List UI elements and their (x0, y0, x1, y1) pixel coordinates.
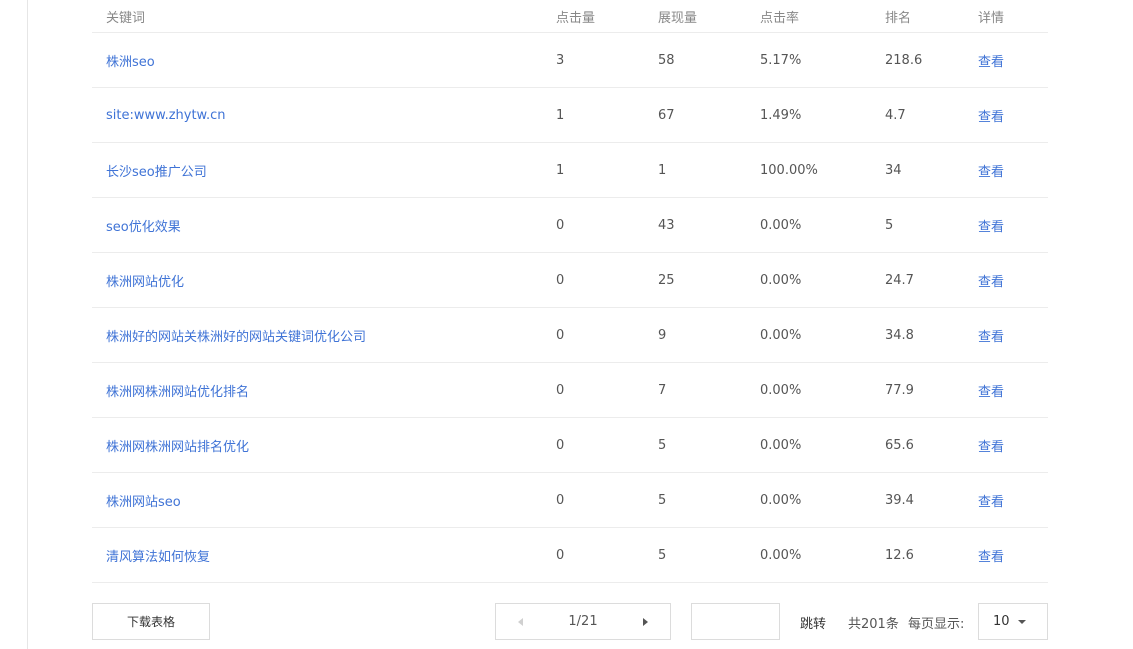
keyword-link[interactable]: 株洲网株洲网站优化排名 (92, 362, 542, 418)
impressions-cell: 58 (644, 32, 746, 88)
pagination: 1/21 (495, 603, 671, 640)
keyword-table: 关键词 点击量 展现量 点击率 排名 详情 株洲seo 3 58 5.17% 2… (92, 0, 1048, 583)
header-rank: 排名 (871, 0, 964, 33)
caret-down-icon (1018, 620, 1026, 624)
clicks-cell: 0 (542, 362, 644, 418)
rank-cell: 65.6 (871, 417, 964, 473)
rank-cell: 5 (871, 197, 964, 253)
ctr-cell: 0.00% (746, 307, 871, 363)
view-detail-link[interactable]: 查看 (964, 417, 1048, 473)
header-detail: 详情 (964, 0, 1048, 33)
header-keyword: 关键词 (92, 0, 542, 33)
rank-cell: 12.6 (871, 527, 964, 583)
keyword-link[interactable]: 株洲seo (92, 32, 542, 88)
view-detail-link[interactable]: 查看 (964, 197, 1048, 253)
impressions-cell: 1 (644, 142, 746, 198)
keyword-report-page: 关键词 点击量 展现量 点击率 排名 详情 株洲seo 3 58 5.17% 2… (0, 0, 1133, 649)
view-detail-link[interactable]: 查看 (964, 87, 1048, 143)
keyword-link[interactable]: 株洲网站seo (92, 472, 542, 528)
impressions-cell: 25 (644, 252, 746, 308)
total-count: 共201条 (848, 617, 899, 632)
jump-page-input[interactable] (691, 603, 780, 640)
view-detail-link[interactable]: 查看 (964, 527, 1048, 583)
header-ctr: 点击率 (746, 0, 871, 33)
rank-cell: 34.8 (871, 307, 964, 363)
impressions-cell: 9 (644, 307, 746, 363)
table-row: 清风算法如何恢复 0 5 0.00% 12.6 查看 (92, 527, 1048, 583)
table-row: 株洲网站优化 0 25 0.00% 24.7 查看 (92, 252, 1048, 308)
clicks-cell: 1 (542, 87, 644, 143)
table-row: site:www.zhytw.cn 1 67 1.49% 4.7 查看 (92, 87, 1048, 143)
per-page-select[interactable]: 10 (978, 603, 1048, 640)
table-footer: 下载表格 1/21 跳转 共201条 每页显示: 10 (0, 603, 1133, 640)
clicks-cell: 1 (542, 142, 644, 198)
per-page-label: 每页显示: (908, 617, 965, 632)
keyword-link[interactable]: 株洲网站优化 (92, 252, 542, 308)
rank-cell: 34 (871, 142, 964, 198)
impressions-cell: 7 (644, 362, 746, 418)
view-detail-link[interactable]: 查看 (964, 472, 1048, 528)
impressions-cell: 5 (644, 527, 746, 583)
keyword-link[interactable]: 长沙seo推广公司 (92, 142, 542, 198)
ctr-cell: 0.00% (746, 252, 871, 308)
chevron-right-icon[interactable] (637, 614, 653, 630)
keyword-link[interactable]: site:www.zhytw.cn (92, 87, 542, 143)
rank-cell: 4.7 (871, 87, 964, 143)
clicks-cell: 0 (542, 417, 644, 473)
ctr-cell: 1.49% (746, 87, 871, 143)
ctr-cell: 0.00% (746, 472, 871, 528)
table-row: seo优化效果 0 43 0.00% 5 查看 (92, 197, 1048, 253)
rank-cell: 77.9 (871, 362, 964, 418)
per-page-value: 10 (993, 614, 1010, 629)
table-row: 株洲网株洲网站优化排名 0 7 0.00% 77.9 查看 (92, 362, 1048, 418)
clicks-cell: 0 (542, 197, 644, 253)
ctr-cell: 0.00% (746, 197, 871, 253)
clicks-cell: 0 (542, 527, 644, 583)
download-table-button[interactable]: 下载表格 (92, 603, 210, 640)
panel-left-border (27, 0, 28, 649)
view-detail-link[interactable]: 查看 (964, 252, 1048, 308)
view-detail-link[interactable]: 查看 (964, 362, 1048, 418)
clicks-cell: 0 (542, 252, 644, 308)
impressions-cell: 5 (644, 472, 746, 528)
impressions-cell: 5 (644, 417, 746, 473)
jump-button[interactable]: 跳转 (800, 613, 826, 632)
ctr-cell: 0.00% (746, 362, 871, 418)
header-impressions: 展现量 (644, 0, 746, 33)
table-row: 长沙seo推广公司 1 1 100.00% 34 查看 (92, 142, 1048, 198)
rank-cell: 24.7 (871, 252, 964, 308)
clicks-cell: 0 (542, 472, 644, 528)
table-row: 株洲网株洲网站排名优化 0 5 0.00% 65.6 查看 (92, 417, 1048, 473)
ctr-cell: 5.17% (746, 32, 871, 88)
view-detail-link[interactable]: 查看 (964, 307, 1048, 363)
table-row: 株洲seo 3 58 5.17% 218.6 查看 (92, 32, 1048, 88)
keyword-link[interactable]: 株洲网株洲网站排名优化 (92, 417, 542, 473)
view-detail-link[interactable]: 查看 (964, 32, 1048, 88)
clicks-cell: 0 (542, 307, 644, 363)
ctr-cell: 0.00% (746, 527, 871, 583)
keyword-link[interactable]: 清风算法如何恢复 (92, 527, 542, 583)
table-body: 株洲seo 3 58 5.17% 218.6 查看 site:www.zhytw… (92, 32, 1048, 583)
table-row: 株洲好的网站关株洲好的网站关键词优化公司 0 9 0.00% 34.8 查看 (92, 307, 1048, 363)
ctr-cell: 100.00% (746, 142, 871, 198)
view-detail-link[interactable]: 查看 (964, 142, 1048, 198)
rank-cell: 218.6 (871, 32, 964, 88)
clicks-cell: 3 (542, 32, 644, 88)
impressions-cell: 43 (644, 197, 746, 253)
impressions-cell: 67 (644, 87, 746, 143)
table-row: 株洲网站seo 0 5 0.00% 39.4 查看 (92, 472, 1048, 528)
rank-cell: 39.4 (871, 472, 964, 528)
keyword-link[interactable]: 株洲好的网站关株洲好的网站关键词优化公司 (92, 307, 542, 363)
keyword-link[interactable]: seo优化效果 (92, 197, 542, 253)
table-header-row: 关键词 点击量 展现量 点击率 排名 详情 (92, 0, 1048, 33)
ctr-cell: 0.00% (746, 417, 871, 473)
header-clicks: 点击量 (542, 0, 644, 33)
